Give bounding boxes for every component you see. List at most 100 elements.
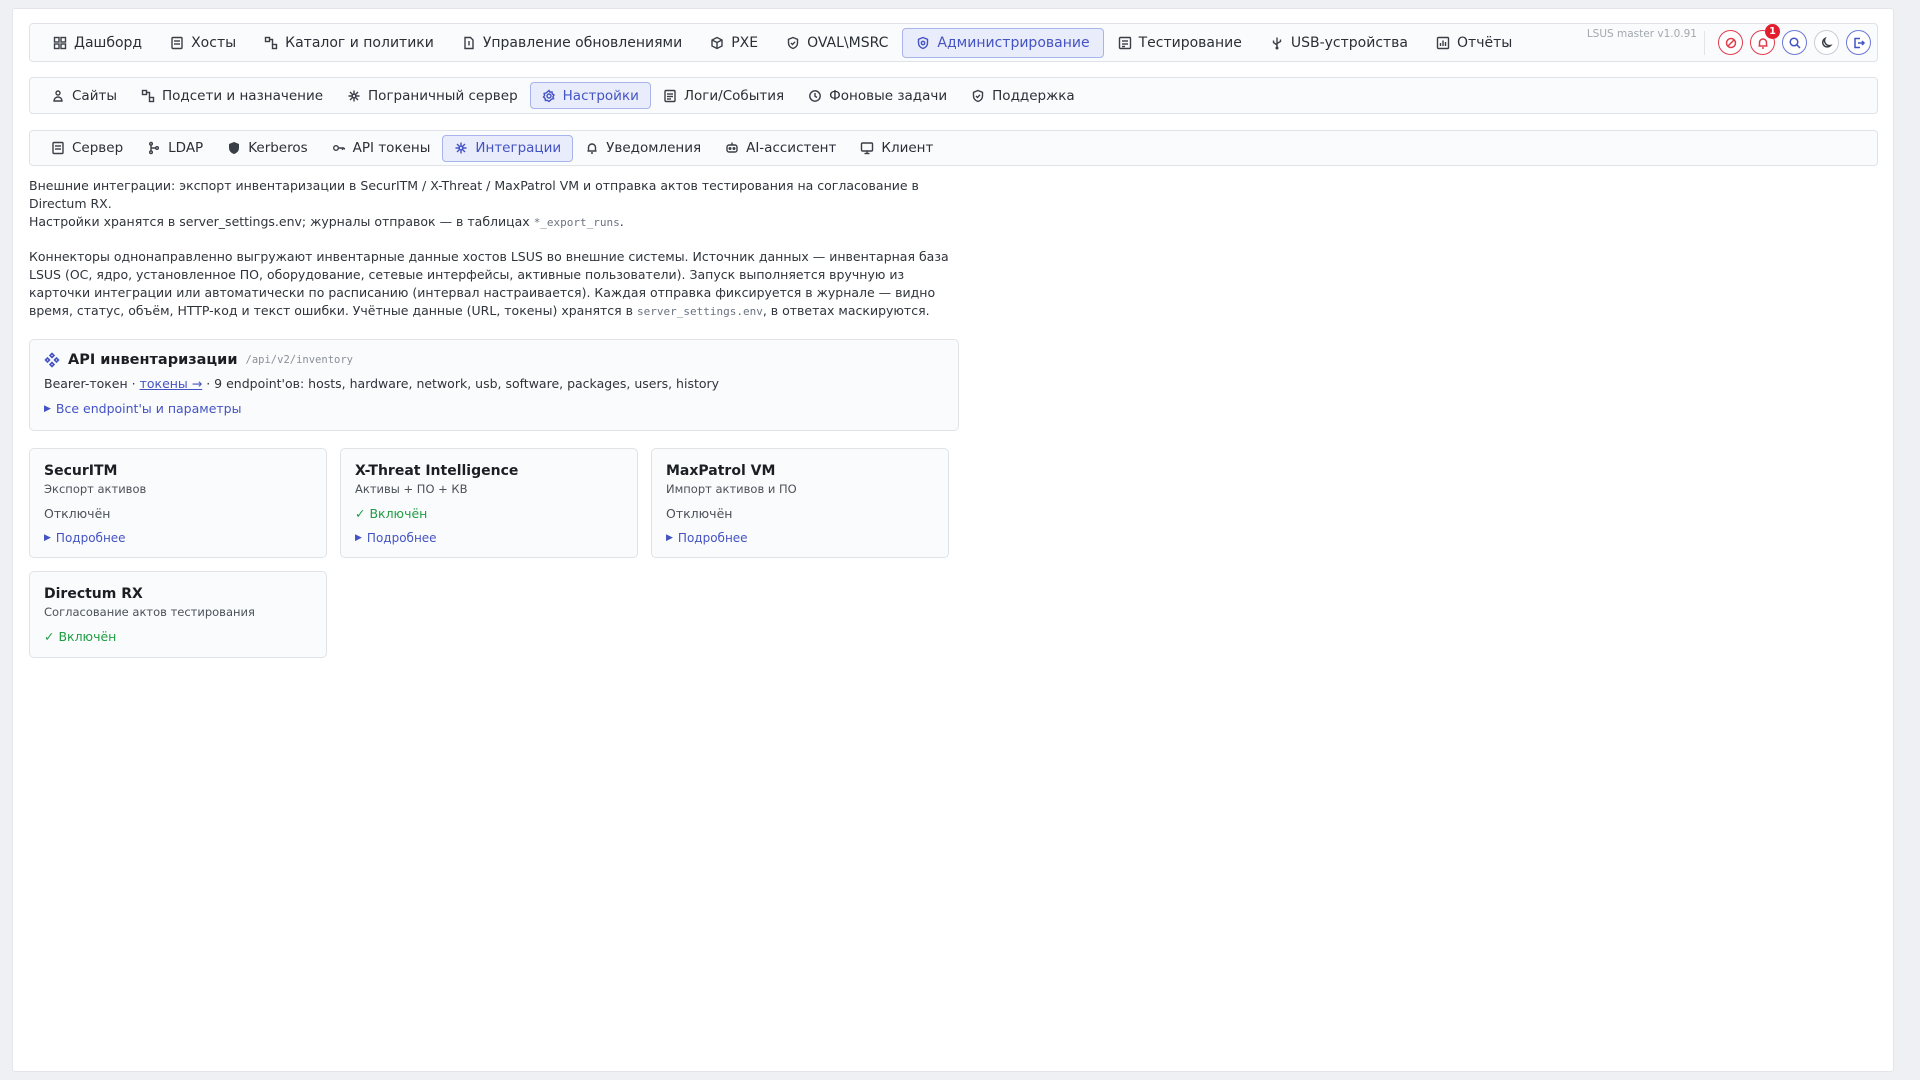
integration-subtitle: Экспорт активов: [44, 482, 147, 496]
network-icon: [141, 89, 155, 102]
server-icon: [52, 141, 64, 155]
tab-kerberos[interactable]: Kerberos: [215, 135, 319, 162]
toggle-label: Подробнее: [677, 531, 748, 545]
integrations-icon: [455, 142, 467, 154]
nav-label: Дашборд: [74, 34, 143, 51]
nav-label: Администрирование: [937, 34, 1090, 51]
nav-dashboard[interactable]: Дашборд: [39, 28, 156, 58]
theme-toggle-button[interactable]: [1814, 30, 1839, 55]
subnav-label: Настройки: [562, 87, 639, 104]
caret-right-icon: ▶: [44, 403, 51, 414]
sites-icon: [53, 89, 63, 102]
integration-status: Отключён: [44, 506, 111, 521]
admin-subnav: Сайты Подсети и назначение Пограничный с…: [29, 77, 1878, 114]
tab-ldap[interactable]: LDAP: [135, 135, 215, 162]
api-card-details: Bearer-токен · токены → · 9 endpoint'ов:…: [44, 376, 944, 391]
integration-subtitle: Активы + ПО + КВ: [355, 482, 468, 496]
subnav-support[interactable]: Поддержка: [959, 82, 1087, 109]
integration-card-securitm: SecurITM Экспорт активов Отключён ▶ Подр…: [29, 448, 327, 558]
subnav-background-tasks[interactable]: Фоновые задачи: [796, 82, 959, 109]
intro-line1: Внешние интеграции: экспорт инвентаризац…: [29, 178, 919, 211]
file-icon: [464, 36, 474, 49]
logout-button[interactable]: [1846, 30, 1871, 55]
subnav-settings[interactable]: Настройки: [529, 82, 651, 109]
integration-name: SecurITM: [44, 463, 118, 479]
integration-details-toggle[interactable]: ▶ Подробнее: [666, 531, 934, 545]
nav-reports[interactable]: Отчёты: [1422, 28, 1526, 58]
connectors-code: server_settings.env: [637, 305, 763, 318]
log-icon: [664, 89, 676, 102]
moon-icon: [1821, 36, 1833, 48]
subnav-subnets[interactable]: Подсети и назначение: [129, 82, 335, 109]
tab-integrations[interactable]: Интеграции: [442, 134, 574, 162]
client-icon: [861, 142, 874, 155]
integration-details-toggle[interactable]: ▶ Подробнее: [355, 531, 623, 545]
api-inventory-card: API инвентаризации /api/v2/inventory Bea…: [29, 339, 959, 431]
integration-status: Отключён: [666, 506, 733, 521]
api-card-path: /api/v2/inventory: [245, 354, 353, 366]
header-actions: 1: [1704, 24, 1871, 61]
nav-label: USB-устройства: [1290, 34, 1409, 51]
connectors-description: Коннекторы однонаправленно выгружают инв…: [29, 248, 959, 321]
notifications-button[interactable]: 1: [1750, 24, 1780, 55]
tab-client[interactable]: Клиент: [848, 135, 945, 162]
settings-tabs: Сервер LDAP Kerberos API токены Интеграц…: [29, 130, 1878, 166]
nav-label: PXE: [731, 34, 759, 51]
search-button[interactable]: [1782, 30, 1807, 55]
main-navbar: Дашборд Хосты Каталог и политики Управле…: [29, 23, 1878, 62]
integration-subtitle: Импорт активов и ПО: [666, 482, 797, 496]
nav-usb[interactable]: USB-устройства: [1256, 28, 1422, 58]
caret-right-icon: ▶: [355, 533, 362, 543]
tab-ai-assistant[interactable]: AI-ассистент: [713, 135, 848, 162]
integration-name: Directum RX: [44, 586, 143, 602]
tokens-link[interactable]: токены →: [140, 376, 203, 391]
search-icon: [1788, 36, 1801, 49]
stop-button[interactable]: [1718, 30, 1743, 55]
integrations-grid: SecurITM Экспорт активов Отключён ▶ Подр…: [29, 448, 959, 658]
nav-label: Управление обновлениями: [482, 34, 683, 51]
shield-icon: [229, 141, 240, 155]
nav-oval[interactable]: OVAL\MSRC: [772, 28, 902, 58]
checklist-icon: [1118, 36, 1131, 49]
network-icon: [264, 36, 278, 49]
app-version: LSUS master v1.0.91: [1586, 28, 1697, 40]
api-endpoints-toggle[interactable]: ▶ Все endpoint'ы и параметры: [44, 401, 944, 416]
subnav-label: Логи/События: [683, 87, 785, 104]
api-card-title: API инвентаризации /api/v2/inventory: [44, 352, 944, 368]
tab-label: LDAP: [168, 140, 204, 156]
divider: [1704, 30, 1705, 55]
tab-label: Сервер: [72, 140, 124, 156]
subnav-logs[interactable]: Логи/События: [651, 82, 796, 109]
integration-details-toggle[interactable]: ▶ Подробнее: [44, 531, 312, 545]
nav-label: Тестирование: [1138, 34, 1242, 51]
nav-testing[interactable]: Тестирование: [1104, 28, 1256, 58]
nav-label: Хосты: [191, 34, 237, 51]
nav-pxe[interactable]: PXE: [696, 28, 772, 58]
caret-right-icon: ▶: [666, 533, 673, 543]
connectors-end: , в ответах маскируются.: [762, 303, 930, 318]
dashboard-icon: [53, 36, 67, 49]
integrations-icon: [44, 352, 60, 368]
api-endpoints-summary: · 9 endpoint'ов: hosts, hardware, networ…: [202, 376, 720, 391]
usb-icon: [1272, 37, 1282, 49]
nav-updates[interactable]: Управление обновлениями: [448, 28, 696, 58]
nav-hosts[interactable]: Хосты: [156, 28, 250, 58]
subnav-sites[interactable]: Сайты: [39, 82, 129, 109]
tab-api-tokens[interactable]: API токены: [320, 135, 443, 162]
nav-catalog[interactable]: Каталог и политики: [250, 28, 448, 58]
subnav-edge-server[interactable]: Пограничный сервер: [335, 82, 530, 109]
subnav-label: Подсети и назначение: [162, 87, 324, 104]
tab-label: Уведомления: [606, 140, 702, 156]
chart-icon: [1436, 36, 1450, 49]
integration-name: X-Threat Intelligence: [355, 463, 519, 479]
subnav-label: Сайты: [72, 87, 117, 104]
nav-label: Отчёты: [1457, 34, 1513, 51]
tab-server[interactable]: Сервер: [39, 135, 135, 162]
shield-icon: [787, 36, 799, 49]
integration-card-directum: Directum RX Согласование актов тестирова…: [29, 571, 327, 658]
tab-notifications[interactable]: Уведомления: [573, 135, 713, 162]
api-card-name: API инвентаризации: [68, 352, 238, 368]
intro-text: Внешние интеграции: экспорт инвентаризац…: [29, 177, 959, 232]
integrations-content: Внешние интеграции: экспорт инвентаризац…: [29, 177, 959, 658]
nav-admin[interactable]: Администрирование: [902, 27, 1104, 58]
